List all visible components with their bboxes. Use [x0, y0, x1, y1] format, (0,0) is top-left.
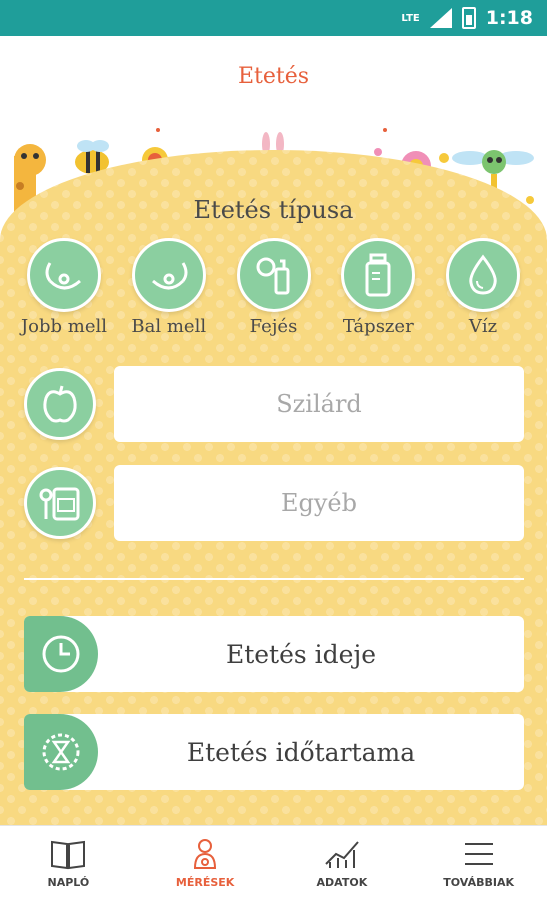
feeding-duration-label: Etetés időtartama — [186, 737, 416, 767]
status-bar: LTE 1:18 — [0, 0, 547, 36]
signal-icon — [429, 8, 452, 28]
nav-label: ADATOK — [316, 875, 368, 889]
clock-icon — [24, 616, 98, 692]
feeding-type-right-breast[interactable]: Jobb mell — [14, 238, 114, 337]
nav-item-tovabbiak[interactable]: TOVÁBBIAK — [410, 826, 547, 900]
other-food-input[interactable] — [114, 465, 524, 541]
feeding-type-label: Jobb mell — [20, 316, 108, 337]
nav-label: NAPLÓ — [47, 875, 90, 889]
menu-icon — [464, 842, 493, 865]
other-food-row — [24, 465, 524, 541]
feeding-duration-button[interactable]: Etetés időtartama — [24, 714, 524, 790]
section-divider — [24, 578, 524, 580]
nav-label: MÉRÉSEK — [175, 875, 235, 889]
chart-icon — [325, 840, 359, 868]
battery-icon — [461, 7, 476, 29]
formula-bottle-icon — [341, 238, 416, 312]
feeding-time-label: Etetés ideje — [225, 639, 377, 669]
app-header: Etetés — [0, 36, 547, 116]
feeding-type-left-breast[interactable]: Bal mell — [119, 238, 219, 337]
nav-item-meresek[interactable]: MÉRÉSEK — [137, 826, 274, 900]
feeding-type-label: Tápszer — [342, 316, 414, 337]
nav-item-adatok[interactable]: ADATOK — [274, 826, 411, 900]
feeding-time-button[interactable]: Etetés ideje — [24, 616, 524, 692]
feeding-type-label: Bal mell — [131, 316, 207, 337]
apple-icon — [24, 368, 96, 440]
network-type: LTE — [401, 12, 420, 24]
feeding-type-title: Etetés típusa — [193, 196, 354, 224]
feeding-type-options: Jobb mell Bal mell Fejés Tápszer Víz — [14, 238, 533, 337]
feeding-type-pumping[interactable]: Fejés — [224, 238, 324, 337]
solid-food-row — [24, 366, 524, 442]
clock-time: 1:18 — [485, 7, 533, 29]
nav-item-naplo[interactable]: NAPLÓ — [0, 826, 137, 900]
hourglass-icon — [24, 714, 98, 790]
feeding-type-label: Fejés — [249, 316, 298, 337]
feeding-type-water[interactable]: Víz — [433, 238, 533, 337]
page-title: Etetés — [237, 63, 310, 89]
breast-right-icon — [27, 238, 101, 312]
baby-icon — [194, 838, 217, 869]
book-icon — [51, 840, 86, 869]
bottom-navigation: NAPLÓ MÉRÉSEK ADATOK TOVÁBBIAK — [0, 825, 547, 900]
breast-pump-icon — [236, 238, 311, 312]
nav-label: TOVÁBBIAK — [443, 875, 514, 889]
breast-left-icon — [131, 238, 206, 312]
feeding-type-formula[interactable]: Tápszer — [328, 238, 428, 337]
baby-food-jar-icon — [24, 467, 96, 539]
feeding-type-label: Víz — [468, 316, 498, 337]
solid-food-input[interactable] — [114, 366, 524, 442]
water-drop-icon — [446, 238, 520, 312]
